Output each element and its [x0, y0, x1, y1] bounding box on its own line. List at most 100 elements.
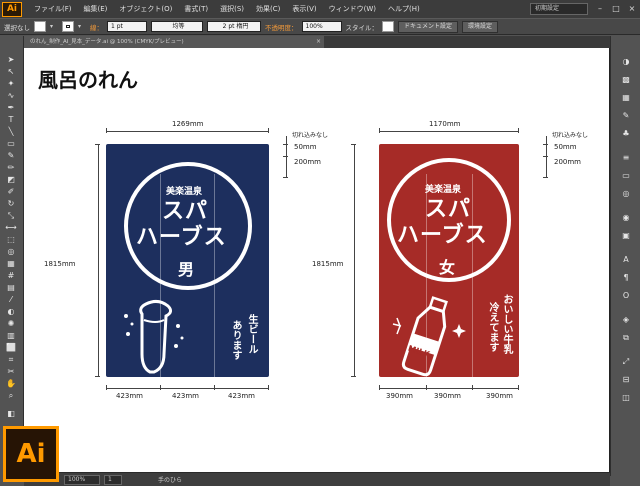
- selection-status: 選択なし: [4, 23, 30, 32]
- menu-items: ファイル(F) 編集(E) オブジェクト(O) 書式(T) 選択(S) 効果(C…: [28, 4, 426, 14]
- align-icon[interactable]: ⊟: [620, 374, 632, 385]
- window-controls: 初期設定 – □ ×: [530, 2, 640, 16]
- opentype-icon[interactable]: O: [620, 290, 632, 301]
- fill-swatch[interactable]: [34, 21, 46, 32]
- stroke-panel-icon[interactable]: ≡: [620, 152, 632, 163]
- document-settings-button[interactable]: ドキュメント設定: [398, 20, 459, 33]
- minimize-button[interactable]: –: [592, 2, 608, 16]
- chevron-down-icon[interactable]: ▾: [78, 23, 86, 30]
- perspective-icon[interactable]: ▦: [5, 258, 17, 269]
- menu-object[interactable]: オブジェクト(O): [113, 4, 178, 14]
- layers-icon[interactable]: ◈: [620, 314, 632, 325]
- scissors-icon[interactable]: ✂: [5, 366, 17, 377]
- dimension-tick: [426, 385, 427, 390]
- dimension-tick: [268, 128, 269, 133]
- symbol-sprayer-icon[interactable]: ✺: [5, 318, 17, 329]
- menu-help[interactable]: ヘルプ(H): [382, 4, 426, 14]
- mesh-icon[interactable]: #: [5, 270, 17, 281]
- preferences-button[interactable]: 環境設定: [462, 20, 499, 33]
- transparency-icon[interactable]: ◎: [620, 188, 632, 199]
- menu-edit[interactable]: 編集(E): [78, 4, 114, 14]
- graphic-style-swatch[interactable]: [382, 21, 394, 32]
- menu-effect[interactable]: 効果(C): [250, 4, 286, 14]
- transform-icon[interactable]: ⤢: [620, 356, 632, 367]
- free-transform-icon[interactable]: ⬚: [5, 234, 17, 245]
- document-tab-bar: のれん_制作_AI_見本_データ.ai @ 100% (CMYK/プレビュー) …: [24, 36, 610, 48]
- men-noren-curtain[interactable]: 美楽温泉 スパ ハーブス 男 生ビール あります: [106, 144, 269, 377]
- pencil-icon[interactable]: ✏: [5, 162, 17, 173]
- blob-brush-icon[interactable]: ✐: [5, 186, 17, 197]
- brushes-icon[interactable]: ✎: [620, 110, 632, 121]
- appearance-icon[interactable]: ◉: [620, 212, 632, 223]
- dimension-tick: [283, 177, 288, 178]
- graphic-styles-icon[interactable]: ▣: [620, 230, 632, 241]
- close-tab-icon[interactable]: ×: [316, 36, 321, 48]
- workspace-select[interactable]: 初期設定: [530, 3, 588, 15]
- chevron-down-icon[interactable]: ▾: [50, 23, 58, 30]
- dimension-tick: [106, 385, 107, 390]
- dimension-tick: [379, 385, 380, 390]
- men-title-line1: スパ: [162, 199, 209, 224]
- lasso-icon[interactable]: ∿: [5, 90, 17, 101]
- symbols-icon[interactable]: ♣: [620, 128, 632, 139]
- opacity-field[interactable]: 100%: [301, 21, 342, 32]
- pathfinder-icon[interactable]: ◫: [620, 392, 632, 403]
- dimension-tick: [543, 177, 548, 178]
- stroke-swatch[interactable]: [62, 21, 74, 32]
- slice-icon[interactable]: ⌗: [5, 354, 17, 365]
- fill-stroke-icon[interactable]: ◧: [5, 408, 17, 419]
- men-slit-label: 200mm: [294, 158, 321, 166]
- type-icon[interactable]: T: [5, 114, 17, 125]
- width-icon[interactable]: ⟷: [5, 222, 17, 233]
- graph-icon[interactable]: ▥: [5, 330, 17, 341]
- scale-icon[interactable]: ⤡: [5, 210, 17, 221]
- selection-tool-icon[interactable]: ➤: [5, 54, 17, 65]
- gradient-icon[interactable]: ▤: [5, 282, 17, 293]
- paintbrush-icon[interactable]: ✎: [5, 150, 17, 161]
- women-noren-curtain[interactable]: 美楽温泉 スパ ハーブス 女 おいしい牛乳 冷えてます MILK: [379, 144, 519, 377]
- close-button[interactable]: ×: [624, 2, 640, 16]
- women-height-label: 1815mm: [312, 260, 344, 268]
- opacity-label[interactable]: 不透明度：: [265, 22, 298, 32]
- magic-wand-icon[interactable]: ✦: [5, 78, 17, 89]
- blend-icon[interactable]: ◐: [5, 306, 17, 317]
- dimension-tick: [106, 128, 107, 133]
- eyedropper-icon[interactable]: ⁄: [5, 294, 17, 305]
- brush-definition[interactable]: 2 pt 楕円: [207, 21, 261, 32]
- eraser-icon[interactable]: ◩: [5, 174, 17, 185]
- artboard-canvas[interactable]: 風呂のれん 1269mm 1815mm 切れ込みなし 50mm 200mm 42…: [24, 48, 610, 472]
- menu-select[interactable]: 選択(S): [214, 4, 250, 14]
- variable-width-profile[interactable]: 均等: [151, 21, 203, 32]
- menu-type[interactable]: 書式(T): [178, 4, 214, 14]
- color-panel-icon[interactable]: ◑: [620, 56, 632, 67]
- maximize-button[interactable]: □: [608, 2, 624, 16]
- men-subtitle: 美楽温泉: [166, 187, 203, 197]
- rectangle-icon[interactable]: ▭: [5, 138, 17, 149]
- artboard-icon[interactable]: ⬜: [5, 342, 17, 353]
- character-icon[interactable]: A: [620, 254, 632, 265]
- gradient-panel-icon[interactable]: ▭: [620, 170, 632, 181]
- zoom-field[interactable]: 100%: [64, 474, 100, 485]
- swatches-icon[interactable]: ▦: [620, 92, 632, 103]
- women-slit-label: 200mm: [554, 158, 581, 166]
- menu-view[interactable]: 表示(V): [286, 4, 322, 14]
- artboards-panel-icon[interactable]: ⧉: [620, 332, 632, 343]
- milk-bottle-icon: MILK: [392, 296, 466, 377]
- hand-icon[interactable]: ✋: [5, 378, 17, 389]
- women-panel-width-2: 390mm: [434, 392, 461, 400]
- line-icon[interactable]: ╲: [5, 126, 17, 137]
- pen-icon[interactable]: ✒: [5, 102, 17, 113]
- stroke-label[interactable]: 線：: [90, 22, 103, 32]
- artboard-number-field[interactable]: 1: [104, 474, 122, 485]
- direct-selection-icon[interactable]: ↖: [5, 66, 17, 77]
- document-tab[interactable]: のれん_制作_AI_見本_データ.ai @ 100% (CMYK/プレビュー): [24, 36, 324, 48]
- women-title-line1: スパ: [425, 197, 472, 222]
- shape-builder-icon[interactable]: ◎: [5, 246, 17, 257]
- zoom-icon[interactable]: ⌕: [5, 390, 17, 401]
- paragraph-icon[interactable]: ¶: [620, 272, 632, 283]
- color-guide-icon[interactable]: ▩: [620, 74, 632, 85]
- menu-file[interactable]: ファイル(F): [28, 4, 78, 14]
- stroke-weight-field[interactable]: 1 pt: [107, 21, 147, 32]
- menu-window[interactable]: ウィンドウ(W): [323, 4, 382, 14]
- rotate-icon[interactable]: ↻: [5, 198, 17, 209]
